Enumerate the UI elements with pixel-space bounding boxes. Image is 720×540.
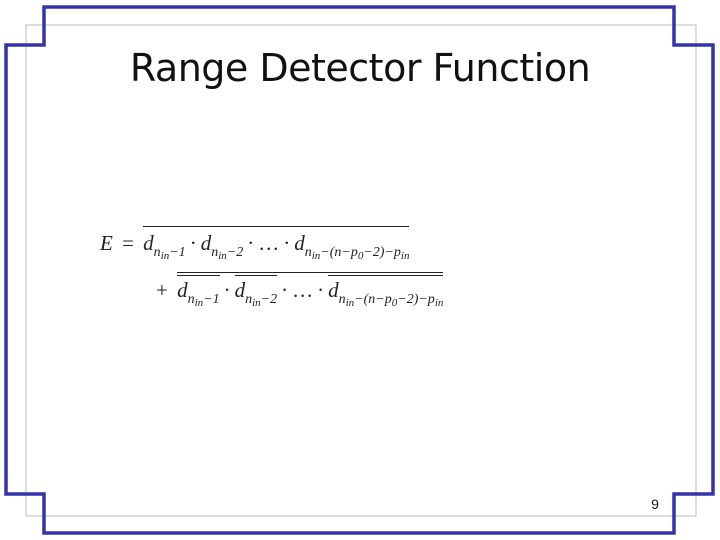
formula-term: dnin−(n−p0−2)−pin — [328, 275, 444, 309]
inner-frame — [25, 24, 697, 517]
formula-term: dnin−1 — [177, 275, 220, 309]
formula-term: dnin−2 — [234, 275, 278, 309]
formula-term: dnin−(n−p0−2)−pin — [294, 231, 410, 262]
formula-plus: + — [156, 278, 168, 302]
formula-term: dnin−2 — [200, 231, 244, 262]
formula-lhs: E — [100, 231, 113, 255]
formula-term: dnin−1 — [143, 231, 186, 262]
slide-title: Range Detector Function — [129, 46, 591, 90]
formula-line-1: E = dnin−1 · dnin−2 ·… · dnin−(n−p0−2)−pin — [100, 226, 410, 262]
slide-number: 9 — [651, 496, 659, 512]
formula-line-2: + dnin−1 · dnin−2 ·… · dnin−(n−p0−2)−pin — [152, 272, 444, 309]
formula-equals: = — [122, 231, 134, 255]
formula-term-overline-1: dnin−1 · dnin−2 ·… · dnin−(n−p0−2)−pin — [143, 226, 410, 262]
slide: Range Detector Function E = dnin−1 · dnin−… — [0, 0, 720, 540]
formula-term-overline-2: dnin−1 · dnin−2 ·… · dnin−(n−p0−2)−pin — [177, 272, 444, 309]
